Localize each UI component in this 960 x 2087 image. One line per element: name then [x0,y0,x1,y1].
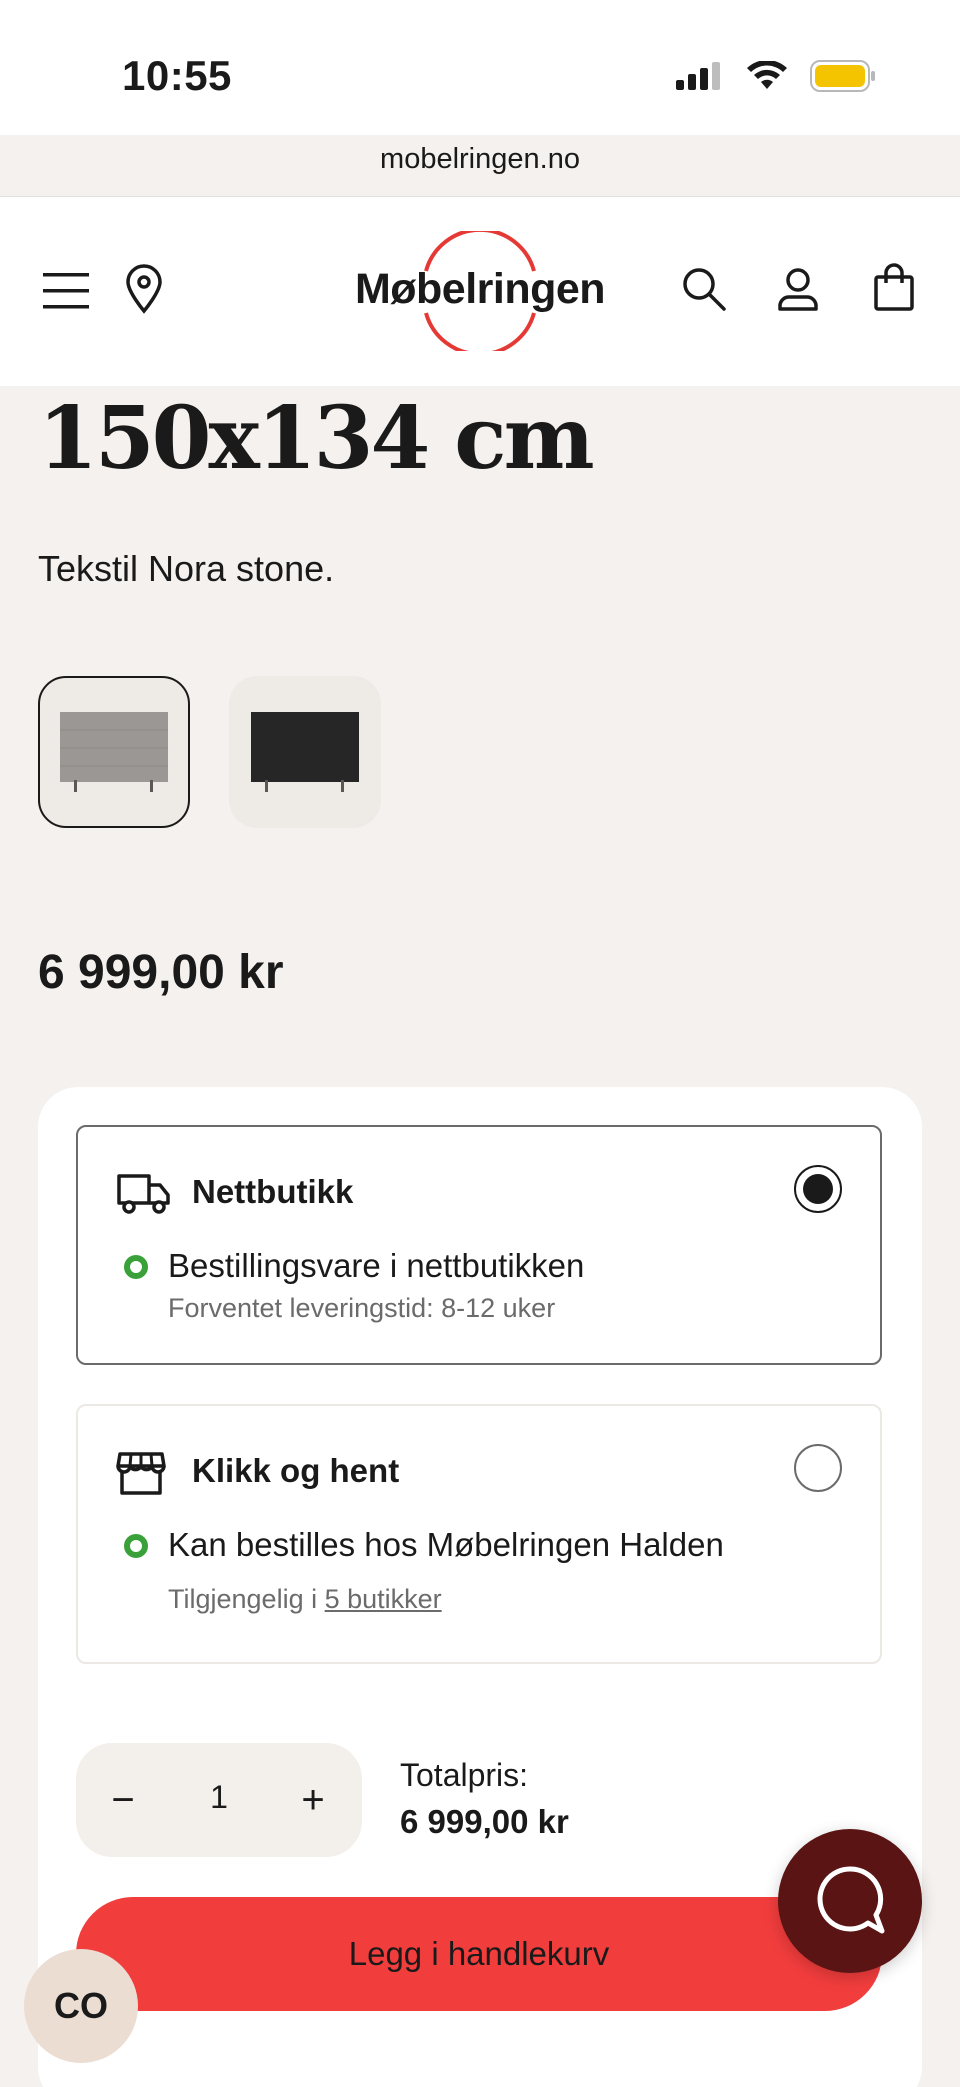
shopping-bag-icon[interactable] [866,257,922,317]
site-header: Møbelringen [0,196,960,386]
radio-unselected[interactable] [794,1444,842,1492]
chat-button[interactable] [778,1829,922,1973]
signal-icon [676,62,720,90]
quantity-value[interactable]: 1 [186,1779,252,1816]
truck-icon [117,1174,170,1214]
product-title: 150x134 cm [38,388,595,489]
radio-dot [803,1174,833,1204]
battery-icon [810,60,875,92]
swatch-nora-stone[interactable] [38,676,190,828]
co-button[interactable]: CO [24,1949,138,2063]
pickup-status: Kan bestilles hos Møbelringen Halden [168,1526,724,1563]
total-label: Totalpris: [400,1757,529,1793]
status-bar: 10:55 mobelringen.no [0,0,960,175]
menu-icon[interactable] [40,265,92,317]
status-icons [676,60,876,92]
swatch-black[interactable] [229,676,381,828]
total-price: 6 999,00 kr [400,1803,569,1840]
search-icon[interactable] [676,261,732,317]
radio-selected[interactable] [794,1165,842,1213]
location-pin-icon[interactable] [118,261,170,317]
wifi-icon [747,61,787,89]
stores-link[interactable]: 5 butikker [325,1584,442,1614]
available-indicator [124,1534,148,1558]
delivery-option-nettbutikk[interactable]: Nettbutikk Bestillingsvare i nettbutikke… [76,1125,882,1365]
quantity-stepper: − 1 + [76,1743,362,1857]
logo-text: Møbelringen [354,265,606,313]
store-icon [116,1452,166,1495]
availability-prefix: Tilgjengelig i [168,1584,318,1614]
product-price: 6 999,00 kr [38,946,284,999]
logo[interactable]: Møbelringen [350,231,610,351]
product-description: Tekstil Nora stone. [38,548,335,589]
option-title: Nettbutikk [192,1173,354,1210]
headboard-black-image [251,712,359,792]
status-time: 10:55 [122,52,232,99]
account-icon[interactable] [770,261,826,317]
stock-status: Bestillingsvare i nettbutikken [168,1247,585,1284]
decrease-button[interactable]: − [94,1771,152,1829]
in-stock-indicator [124,1255,148,1279]
increase-button[interactable]: + [284,1771,342,1829]
add-to-cart-button[interactable]: Legg i handlekurv [76,1897,882,2011]
delivery-time: Forventet leveringstid: 8-12 uker [168,1293,556,1323]
delivery-option-klikk-og-hent[interactable]: Klikk og hent Kan bestilles hos Møbelrin… [76,1404,882,1664]
url-bar[interactable]: mobelringen.no [0,143,960,176]
headboard-grey-image [60,712,168,792]
chat-bubble-icon [817,1866,885,1934]
option-title: Klikk og hent [192,1452,400,1489]
availability-text: Tilgjengelig i 5 butikker [168,1584,442,1615]
